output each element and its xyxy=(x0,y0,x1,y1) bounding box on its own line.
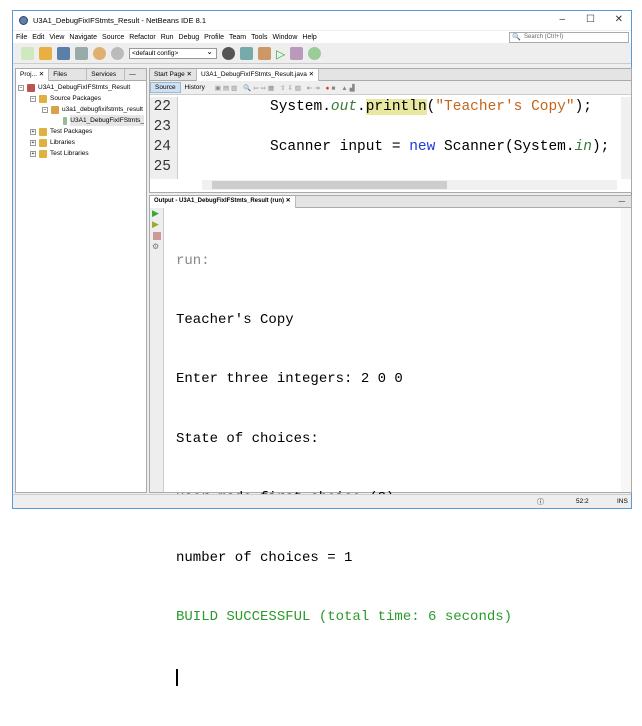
main-toolbar: <default config> ▷ xyxy=(13,44,631,64)
output-scrollbar[interactable] xyxy=(621,208,631,492)
menu-window[interactable]: Window xyxy=(272,34,297,41)
search-input[interactable]: 🔍 Search (Ctrl+I) xyxy=(509,32,629,43)
open-project-icon[interactable] xyxy=(57,47,70,60)
profile-icon[interactable] xyxy=(308,47,322,60)
menu-help[interactable]: Help xyxy=(302,34,316,41)
output-line: Teacher's Copy xyxy=(176,311,294,328)
title-bar: U3A1_DebugFixIFStmts_Result - NetBeans I… xyxy=(13,11,631,30)
menu-profile[interactable]: Profile xyxy=(204,34,224,41)
minimize-panel-button[interactable]: — xyxy=(129,71,136,78)
history-tab[interactable]: History xyxy=(181,83,209,92)
menu-refactor[interactable]: Refactor xyxy=(129,34,155,41)
editor-toolbar-icons[interactable]: ▣▤▥ 🔍⇦⇨▦ ⇧⇩▧ ⇤⇥ ●■ ▲▟ xyxy=(215,84,357,92)
caret-position: 52:2 xyxy=(576,498,589,505)
netbeans-window: U3A1_DebugFixIFStmts_Result - NetBeans I… xyxy=(12,10,632,687)
netbeans-icon xyxy=(19,16,28,25)
config-select[interactable]: <default config> xyxy=(129,47,217,59)
close-button[interactable]: ✕ xyxy=(615,14,623,25)
menu-navigate[interactable]: Navigate xyxy=(69,34,97,41)
output-panel: Output - U3A1_DebugFixIFStmts_Result (ru… xyxy=(149,195,632,687)
menu-run[interactable]: Run xyxy=(161,34,174,41)
minimize-button[interactable]: – xyxy=(559,14,565,25)
tree-item-java-file[interactable]: U3A1_DebugFixIFStmts_ xyxy=(18,115,144,126)
maximize-button[interactable]: ☐ xyxy=(586,14,595,25)
minimize-output-button[interactable]: — xyxy=(619,198,626,205)
menu-edit[interactable]: Edit xyxy=(32,34,44,41)
code-line-24[interactable]: Scanner input = new Scanner(System.in); xyxy=(270,139,609,155)
output-text[interactable]: run: Teacher's Copy Enter three integers… xyxy=(176,212,512,726)
tab-files[interactable]: Files xyxy=(49,68,88,81)
vertical-scrollbar[interactable] xyxy=(621,97,631,179)
output-sidebar: ▶ ▶ ⚙ xyxy=(150,208,164,492)
output-line: number of choices = 1 xyxy=(176,549,353,566)
redo-icon[interactable] xyxy=(111,47,124,60)
undo-icon[interactable] xyxy=(93,47,106,60)
status-bar: ⓘ 52:2 INS xyxy=(13,494,631,508)
tab-services[interactable]: Services xyxy=(87,68,126,81)
insert-mode: INS xyxy=(617,498,628,505)
source-tab[interactable]: Source xyxy=(150,82,181,93)
output-line: BUILD SUCCESSFUL (total time: 6 seconds) xyxy=(176,608,513,625)
output-line: run: xyxy=(176,252,210,269)
debug-icon[interactable] xyxy=(290,47,304,60)
horizontal-scrollbar[interactable] xyxy=(202,180,617,190)
line-number-gutter: 22 23 24 25 xyxy=(150,97,178,179)
save-all-icon[interactable] xyxy=(75,47,88,60)
output-line: State of choices: xyxy=(176,430,319,447)
tree-item-package[interactable]: − u3a1_debugfixifstmts_result xyxy=(18,104,144,115)
code-line-22[interactable]: System.out.println("Teacher's Copy"); xyxy=(270,99,592,115)
tab-start-page[interactable]: Start Page ✕ xyxy=(150,68,197,81)
new-project-icon[interactable] xyxy=(39,47,52,60)
new-file-icon[interactable] xyxy=(21,47,34,60)
settings-icon[interactable]: ⚙ xyxy=(150,242,163,251)
tree-item-test-libraries[interactable]: + Test Libraries xyxy=(18,148,144,159)
clean-build-icon[interactable] xyxy=(258,47,271,60)
rerun-different-icon[interactable]: ▶ xyxy=(150,219,163,230)
output-line: Enter three integers: 2 0 0 xyxy=(176,371,403,388)
tree-item-source-packages[interactable]: − Source Packages xyxy=(18,93,144,104)
window-title: U3A1_DebugFixIFStmts_Result - NetBeans I… xyxy=(33,16,206,25)
menu-debug[interactable]: Debug xyxy=(179,34,200,41)
tree-item-project[interactable]: − U3A1_DebugFixIFStmts_Result xyxy=(18,82,144,93)
menu-source[interactable]: Source xyxy=(102,34,124,41)
search-icon: 🔍 xyxy=(512,34,521,41)
menu-team[interactable]: Team xyxy=(229,34,246,41)
tree-item-test-packages[interactable]: + Test Packages xyxy=(18,126,144,137)
rerun-icon[interactable]: ▶ xyxy=(150,208,163,219)
menu-file[interactable]: File xyxy=(16,34,27,41)
notifications-icon[interactable]: ⓘ xyxy=(537,497,544,507)
tree-item-libraries[interactable]: + Libraries xyxy=(18,137,144,148)
tab-projects[interactable]: Proj... ✕ xyxy=(16,68,50,81)
build-icon[interactable] xyxy=(240,47,253,60)
search-placeholder: Search (Ctrl+I) xyxy=(524,34,564,40)
tab-output[interactable]: Output - U3A1_DebugFixIFStmts_Result (ru… xyxy=(150,195,296,208)
stop-icon[interactable] xyxy=(153,232,161,240)
text-cursor xyxy=(176,669,178,687)
run-icon[interactable]: ▷ xyxy=(276,47,285,61)
globe-icon[interactable] xyxy=(222,47,235,60)
scrollbar-thumb[interactable] xyxy=(212,181,447,189)
tab-java-file[interactable]: U3A1_DebugFixIFStmts_Result.java ✕ xyxy=(196,68,320,81)
editor-panel: Start Page ✕ U3A1_DebugFixIFStmts_Result… xyxy=(149,68,632,193)
menu-tools[interactable]: Tools xyxy=(251,34,267,41)
menu-view[interactable]: View xyxy=(49,34,64,41)
projects-panel: Proj... ✕ Files Services — − U3A1_DebugFi… xyxy=(15,68,147,493)
